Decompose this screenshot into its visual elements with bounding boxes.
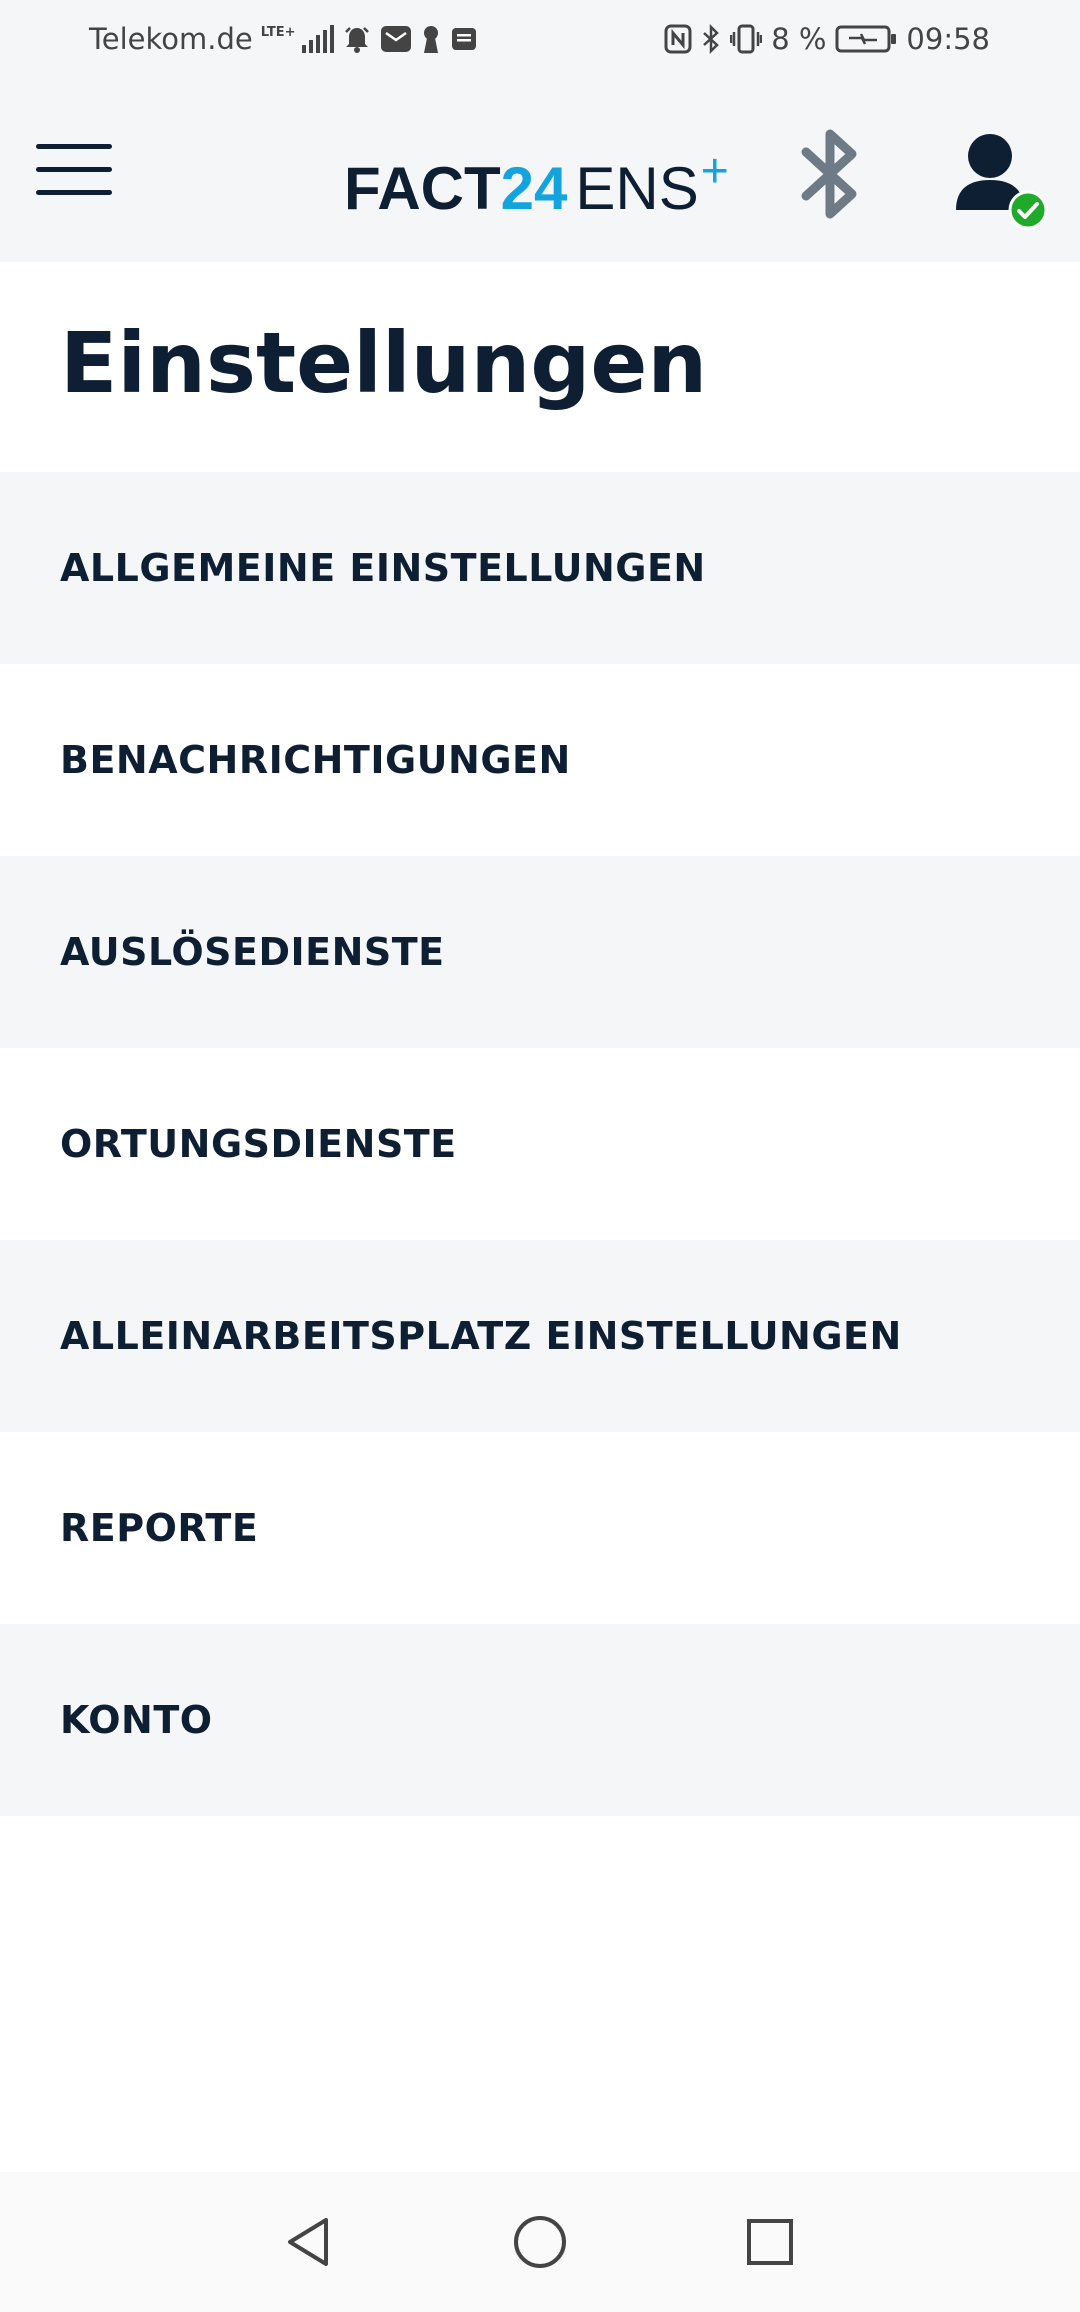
recents-icon[interactable]: [740, 2212, 800, 2272]
vibrate-icon: [730, 24, 763, 54]
settings-item-allgemeine-einstellungen[interactable]: ALLGEMEINE EINSTELLUNGEN: [0, 472, 1080, 664]
clock: 09:58: [906, 22, 990, 56]
alarm-icon: [342, 24, 372, 54]
settings-list: ALLGEMEINE EINSTELLUNGEN BENACHRICHTIGUN…: [0, 472, 1080, 1816]
app-header: FACT24 ENS+: [0, 82, 1080, 262]
signal-icon: [300, 25, 334, 53]
keyhole-icon: [420, 24, 442, 54]
bluetooth-icon[interactable]: [800, 124, 862, 224]
hamburger-menu-icon[interactable]: [36, 144, 112, 195]
logo-part-ens: ENS: [575, 155, 699, 222]
nfc-icon: [664, 24, 692, 54]
settings-item-konto[interactable]: KONTO: [0, 1624, 1080, 1816]
huawei-mail-icon: [380, 24, 412, 54]
status-bar-left: Telekom.de LTE+: [89, 22, 478, 56]
network-type: LTE+: [260, 24, 296, 40]
settings-item-benachrichtigungen[interactable]: BENACHRICHTIGUNGEN: [0, 664, 1080, 856]
settings-item-ortungsdienste[interactable]: ORTUNGSDIENSTE: [0, 1048, 1080, 1240]
logo-part-24: 24: [500, 155, 568, 222]
bluetooth-small-icon: [701, 24, 721, 54]
status-bar: Telekom.de LTE+ 8 % 09:58: [0, 0, 1080, 82]
user-icon[interactable]: [952, 126, 1052, 236]
home-icon[interactable]: [510, 2212, 570, 2272]
settings-item-alleinarbeitsplatz-einstellungen[interactable]: ALLEINARBEITSPLATZ EINSTELLUNGEN: [0, 1240, 1080, 1432]
battery-charging-icon: [835, 24, 897, 54]
app-logo: FACT24 ENS+: [344, 136, 729, 225]
check-circle-icon: [1008, 190, 1048, 234]
settings-item-reporte[interactable]: REPORTE: [0, 1432, 1080, 1624]
back-icon[interactable]: [278, 2212, 338, 2272]
settings-item-ausloesedienste[interactable]: AUSLÖSEDIENSTE: [0, 856, 1080, 1048]
logo-part-plus: +: [700, 145, 729, 198]
carrier-label: Telekom.de: [89, 22, 253, 56]
page-title: Einstellungen: [60, 314, 708, 412]
system-nav-bar: [0, 2172, 1080, 2312]
battery-percent: 8 %: [771, 22, 827, 56]
logo-part-fact: FACT: [344, 155, 501, 222]
message-icon: [450, 25, 478, 53]
status-bar-right: 8 % 09:58: [664, 22, 990, 56]
